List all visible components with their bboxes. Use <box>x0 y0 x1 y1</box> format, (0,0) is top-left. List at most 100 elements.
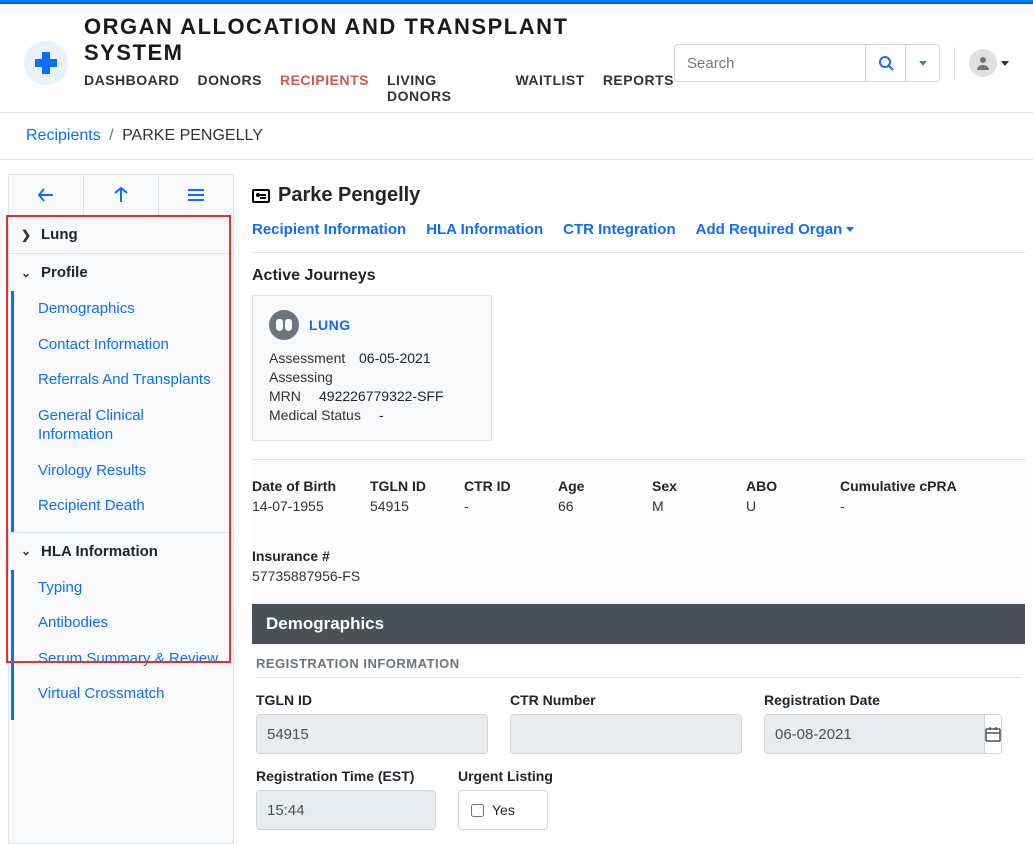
nav-dashboard[interactable]: DASHBOARD <box>84 72 180 104</box>
info-age: Age 66 <box>558 478 618 514</box>
search-input[interactable] <box>675 55 865 72</box>
chevron-down-icon: ⌄ <box>21 266 33 280</box>
journey-row-label: Assessing <box>269 369 349 385</box>
reg-time-input[interactable] <box>256 790 436 830</box>
divider <box>954 47 955 79</box>
user-menu-button[interactable] <box>969 49 1009 77</box>
info-label: Sex <box>652 478 712 494</box>
sidebar-profile-label: Profile <box>41 264 88 281</box>
nav-living-donors[interactable]: LIVING DONORS <box>387 72 498 104</box>
arrow-left-icon <box>38 188 54 202</box>
ctr-number-input[interactable] <box>510 714 742 754</box>
sidebar-profile-items: Demographics Contact Information Referra… <box>11 291 233 532</box>
info-sex: SexM <box>652 478 712 514</box>
sidebar-item-death[interactable]: Recipient Death <box>14 488 233 524</box>
sidebar-item-crossmatch[interactable]: Virtual Crossmatch <box>14 676 233 712</box>
tab-recipient-info[interactable]: Recipient Information <box>252 221 406 238</box>
breadcrumb-recipients-link[interactable]: Recipients <box>26 127 101 144</box>
sidebar-hla-toggle[interactable]: ⌄ HLA Information <box>9 533 233 570</box>
journey-row: MRN492226779322-SFF <box>269 388 475 404</box>
tgln-id-label: TGLN ID <box>256 692 488 708</box>
sidebar-item-clinical[interactable]: General Clinical Information <box>14 398 233 453</box>
info-value: 66 <box>558 498 618 514</box>
tgln-id-input[interactable] <box>256 714 488 754</box>
info-value: U <box>746 498 806 514</box>
info-value: 54915 <box>370 498 430 514</box>
field-tgln-id: TGLN ID <box>256 692 488 754</box>
recipient-name: Parke Pengelly <box>278 184 420 207</box>
info-label: Date of Birth <box>252 478 336 494</box>
journey-row-label: Assessment <box>269 350 349 366</box>
user-avatar-icon <box>969 49 997 77</box>
nav-recipients[interactable]: RECIPIENTS <box>280 72 369 104</box>
info-insurance: Insurance #57735887956-FS <box>252 548 360 584</box>
recipient-tabs: Recipient Information HLA Information CT… <box>252 221 854 238</box>
reg-date-input[interactable] <box>764 714 985 754</box>
arrow-up-icon <box>114 187 128 203</box>
sidebar-item-virology[interactable]: Virology Results <box>14 453 233 489</box>
search-dropdown-button[interactable] <box>905 45 939 81</box>
journey-row: Assessing <box>269 369 475 385</box>
info-tgln: TGLN ID 54915 <box>370 478 430 514</box>
reg-date-label: Registration Date <box>764 692 984 708</box>
chevron-right-icon: ❯ <box>21 228 33 242</box>
breadcrumb-current: PARKE PENGELLY <box>122 127 263 144</box>
sidebar-lung-toggle[interactable]: ❯ Lung <box>9 216 233 253</box>
main-layout: ❯ Lung ⌄ Profile Demographics Contact In… <box>0 160 1033 844</box>
info-label: ABO <box>746 478 806 494</box>
sidebar-back-button[interactable] <box>9 175 84 215</box>
content-area: Parke Pengelly Recipient Information HLA… <box>234 174 1025 844</box>
sidebar-item-referrals[interactable]: Referrals And Transplants <box>14 362 233 398</box>
field-reg-date: Registration Date <box>764 692 984 754</box>
caret-down-icon <box>846 227 854 232</box>
info-ctr: CTR ID- <box>464 478 524 514</box>
registration-info-subtitle: REGISTRATION INFORMATION <box>256 644 1021 678</box>
sidebar-menu-button[interactable] <box>159 175 233 215</box>
nav-waitlist[interactable]: WAITLIST <box>515 72 584 104</box>
tab-add-organ[interactable]: Add Required Organ <box>696 221 855 238</box>
sidebar-section-lung: ❯ Lung <box>9 216 233 254</box>
caret-down-icon <box>919 61 927 66</box>
urgent-listing-label: Urgent Listing <box>458 768 553 784</box>
reg-date-picker-button[interactable] <box>985 714 1002 754</box>
tab-ctr-integration[interactable]: CTR Integration <box>563 221 676 238</box>
primary-nav: DASHBOARD DONORS RECIPIENTS LIVING DONOR… <box>84 72 674 112</box>
field-ctr-number: CTR Number <box>510 692 742 754</box>
sidebar-item-typing[interactable]: Typing <box>14 570 233 606</box>
sidebar-item-demographics[interactable]: Demographics <box>14 291 233 327</box>
info-abo: ABO U <box>746 478 806 514</box>
info-label: CTR ID <box>464 478 524 494</box>
search-button[interactable] <box>865 45 905 81</box>
urgent-listing-checkbox-wrap[interactable]: Yes <box>458 790 548 830</box>
urgent-listing-option: Yes <box>492 802 515 818</box>
sidebar-up-button[interactable] <box>84 175 159 215</box>
recipient-info-grid: Date of Birth14-07-1955 TGLN ID 54915 CTR… <box>252 459 1025 604</box>
nav-reports[interactable]: REPORTS <box>603 72 674 104</box>
chevron-down-icon: ⌄ <box>21 544 33 558</box>
journey-card-header: LUNG <box>269 310 475 340</box>
info-label: TGLN ID <box>370 478 430 494</box>
reg-date-input-group <box>764 714 984 754</box>
form-row: TGLN ID CTR Number Registration Date <box>256 692 1021 754</box>
info-label: Age <box>558 478 618 494</box>
sidebar-section-hla: ⌄ HLA Information Typing Antibodies Seru… <box>9 533 233 720</box>
sidebar-item-contact[interactable]: Contact Information <box>14 327 233 363</box>
journey-row: Assessment06-05-2021 <box>269 350 475 366</box>
urgent-listing-checkbox[interactable] <box>471 804 484 817</box>
field-reg-time: Registration Time (EST) <box>256 768 436 830</box>
info-dob: Date of Birth14-07-1955 <box>252 478 336 514</box>
nav-donors[interactable]: DONORS <box>198 72 262 104</box>
journey-card-lung[interactable]: LUNG Assessment06-05-2021 Assessing MRN4… <box>252 295 492 441</box>
sidebar-hla-label: HLA Information <box>41 543 158 560</box>
sidebar-item-antibodies[interactable]: Antibodies <box>14 605 233 641</box>
header-title-wrap: ORGAN ALLOCATION AND TRANSPLANT SYSTEM D… <box>84 14 674 112</box>
journey-row-label: Medical Status <box>269 407 369 423</box>
info-label: Insurance # <box>252 548 360 564</box>
sidebar-profile-toggle[interactable]: ⌄ Profile <box>9 254 233 291</box>
sidebar-item-serum[interactable]: Serum Summary & Review <box>14 641 233 677</box>
journey-row: Medical Status- <box>269 407 475 423</box>
sidebar-hla-items: Typing Antibodies Serum Summary & Review… <box>11 570 233 720</box>
id-card-icon <box>252 189 270 203</box>
tab-hla-info[interactable]: HLA Information <box>426 221 543 238</box>
app-logo <box>24 41 68 85</box>
